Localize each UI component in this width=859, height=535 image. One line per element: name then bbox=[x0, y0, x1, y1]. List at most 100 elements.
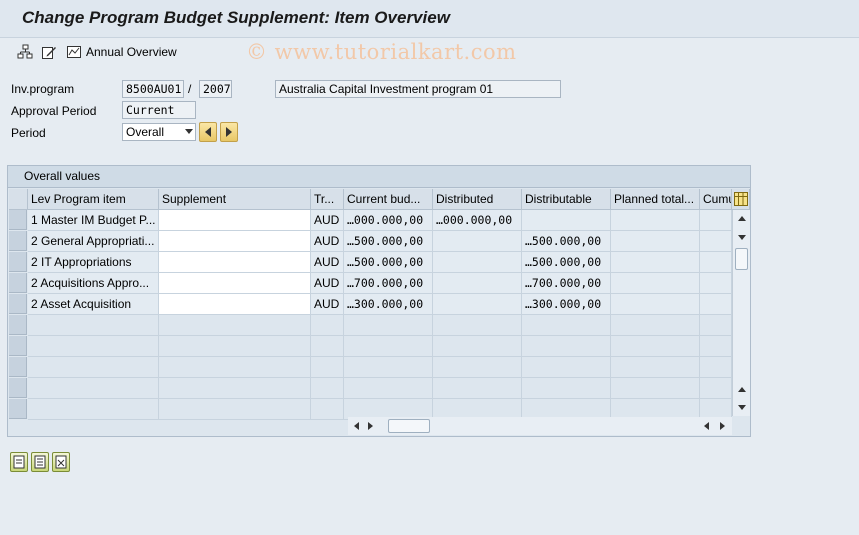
table-settings-icon bbox=[733, 192, 748, 206]
cell-distributed bbox=[433, 273, 522, 294]
arrow-left-icon bbox=[205, 127, 211, 137]
row-selector[interactable] bbox=[9, 252, 27, 272]
chevron-down-icon bbox=[185, 129, 193, 134]
cell-distributed bbox=[433, 231, 522, 252]
cell-program-item bbox=[28, 399, 159, 420]
cell-supplement[interactable] bbox=[159, 378, 311, 399]
cell-distributed bbox=[433, 357, 522, 378]
cell-current-budget bbox=[344, 378, 433, 399]
cell-currency bbox=[311, 399, 344, 420]
select-block-icon bbox=[34, 455, 46, 469]
cell-supplement[interactable] bbox=[159, 231, 311, 252]
row-selector[interactable] bbox=[9, 336, 27, 356]
overall-values-table: Overall values Lev Program item Suppleme… bbox=[7, 165, 751, 437]
previous-period-button[interactable] bbox=[199, 122, 217, 142]
cell-planned-total bbox=[611, 231, 700, 252]
edit-icon[interactable] bbox=[40, 43, 58, 61]
row-selector[interactable] bbox=[9, 357, 27, 377]
year-separator: / bbox=[188, 82, 192, 96]
select-all-cell[interactable] bbox=[9, 189, 28, 210]
cell-currency: AUD bbox=[311, 252, 344, 273]
select-block-button[interactable] bbox=[31, 452, 49, 472]
cell-supplement[interactable] bbox=[159, 315, 311, 336]
cell-currency: AUD bbox=[311, 294, 344, 315]
column-header-planned-total[interactable]: Planned total... bbox=[611, 189, 700, 210]
cell-cumulative bbox=[700, 210, 732, 231]
hierarchy-icon[interactable] bbox=[16, 43, 34, 61]
column-header-transaction-currency[interactable]: Tr... bbox=[311, 189, 344, 210]
vertical-scrollbar[interactable] bbox=[732, 210, 750, 416]
column-header-distributable[interactable]: Distributable bbox=[522, 189, 611, 210]
cell-distributable bbox=[522, 210, 611, 231]
select-all-button[interactable] bbox=[10, 452, 28, 472]
scroll-page-right-icon bbox=[720, 422, 725, 430]
cell-currency: AUD bbox=[311, 210, 344, 231]
cell-supplement[interactable] bbox=[159, 357, 311, 378]
column-header-supplement[interactable]: Supplement bbox=[159, 189, 311, 210]
deselect-all-icon bbox=[55, 455, 67, 469]
row-selector[interactable] bbox=[9, 378, 27, 398]
window-title: Change Program Budget Supplement: Item O… bbox=[22, 8, 450, 27]
cell-cumulative bbox=[700, 336, 732, 357]
table-settings-button[interactable] bbox=[732, 189, 750, 210]
row-selector[interactable] bbox=[9, 399, 27, 419]
row-selector[interactable] bbox=[9, 315, 27, 335]
inv-program-field[interactable]: 8500AU01 bbox=[122, 80, 184, 98]
cell-distributed: …000.000,00 bbox=[433, 210, 522, 231]
cell-supplement[interactable] bbox=[159, 273, 311, 294]
cell-supplement[interactable] bbox=[159, 210, 311, 231]
row-selector[interactable] bbox=[9, 210, 27, 230]
cell-program-item bbox=[28, 357, 159, 378]
cell-cumulative bbox=[700, 252, 732, 273]
inv-program-label: Inv.program bbox=[11, 82, 75, 96]
cell-supplement[interactable] bbox=[159, 399, 311, 420]
cell-distributable bbox=[522, 378, 611, 399]
scroll-page-up-icon bbox=[738, 387, 746, 392]
cell-currency bbox=[311, 357, 344, 378]
cell-program-item: 2 Acquisitions Appro... bbox=[28, 273, 159, 294]
annual-overview-icon[interactable] bbox=[65, 43, 83, 61]
column-header-current-budget[interactable]: Current bud... bbox=[344, 189, 433, 210]
cell-distributable: …500.000,00 bbox=[522, 231, 611, 252]
vertical-scroll-thumb[interactable] bbox=[735, 248, 748, 270]
cell-program-item bbox=[28, 336, 159, 357]
cell-program-item: 2 Asset Acquisition bbox=[28, 294, 159, 315]
horizontal-scrollbar[interactable] bbox=[348, 417, 732, 435]
cell-current-budget: …500.000,00 bbox=[344, 231, 433, 252]
cell-distributable bbox=[522, 336, 611, 357]
approval-period-label: Approval Period bbox=[11, 104, 97, 118]
year-field[interactable]: 2007 bbox=[199, 80, 232, 98]
cell-planned-total bbox=[611, 210, 700, 231]
cell-planned-total bbox=[611, 273, 700, 294]
cell-cumulative bbox=[700, 231, 732, 252]
cell-program-item bbox=[28, 378, 159, 399]
cell-currency: AUD bbox=[311, 231, 344, 252]
row-selector[interactable] bbox=[9, 273, 27, 293]
table-title: Overall values bbox=[8, 166, 750, 188]
cell-currency bbox=[311, 336, 344, 357]
column-header-cumulative[interactable]: Cumu bbox=[700, 189, 732, 210]
horizontal-scroll-thumb[interactable] bbox=[388, 419, 430, 433]
select-all-icon bbox=[13, 455, 25, 469]
period-label: Period bbox=[11, 126, 46, 140]
cell-planned-total bbox=[611, 336, 700, 357]
deselect-all-button[interactable] bbox=[52, 452, 70, 472]
column-header-distributed[interactable]: Distributed bbox=[433, 189, 522, 210]
cell-supplement[interactable] bbox=[159, 336, 311, 357]
cell-currency: AUD bbox=[311, 273, 344, 294]
cell-supplement[interactable] bbox=[159, 252, 311, 273]
cell-distributed bbox=[433, 315, 522, 336]
cell-supplement[interactable] bbox=[159, 294, 311, 315]
cell-cumulative bbox=[700, 357, 732, 378]
row-selector[interactable] bbox=[9, 231, 27, 251]
arrow-right-icon bbox=[226, 127, 232, 137]
scroll-page-down-icon bbox=[738, 405, 746, 410]
next-period-button[interactable] bbox=[220, 122, 238, 142]
period-select[interactable]: Overall bbox=[122, 123, 196, 141]
annual-overview-button[interactable]: Annual Overview bbox=[86, 45, 177, 59]
period-select-value: Overall bbox=[126, 125, 165, 139]
scroll-down-icon bbox=[738, 235, 746, 240]
row-selector[interactable] bbox=[9, 294, 27, 314]
scroll-page-left-icon bbox=[704, 422, 709, 430]
column-header-program-item[interactable]: Lev Program item bbox=[28, 189, 159, 210]
